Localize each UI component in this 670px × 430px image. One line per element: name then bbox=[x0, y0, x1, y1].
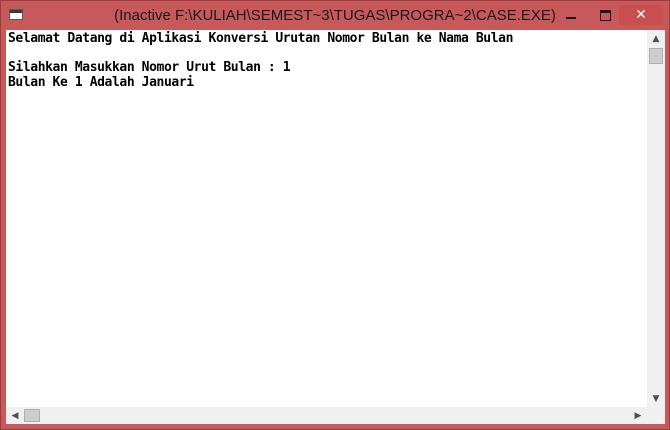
maximize-icon bbox=[599, 9, 611, 21]
scroll-up-button[interactable]: ▲ bbox=[647, 30, 665, 47]
console-output[interactable]: Selamat Datang di Aplikasi Konversi Urut… bbox=[6, 30, 647, 407]
scroll-right-button[interactable]: ▶ bbox=[629, 407, 647, 424]
scroll-down-icon: ▼ bbox=[652, 393, 660, 404]
console-line: Selamat Datang di Aplikasi Konversi Urut… bbox=[8, 31, 514, 46]
console-app-icon[interactable] bbox=[9, 9, 23, 20]
console-client-area: Selamat Datang di Aplikasi Konversi Urut… bbox=[6, 30, 665, 424]
minimize-icon bbox=[566, 17, 576, 19]
scroll-down-button[interactable]: ▼ bbox=[647, 390, 665, 407]
vertical-scrollbar[interactable]: ▲ ▼ bbox=[647, 30, 665, 407]
close-button[interactable]: ✕ bbox=[619, 5, 663, 25]
vertical-scroll-thumb[interactable] bbox=[649, 48, 663, 64]
minimize-button[interactable] bbox=[557, 5, 585, 25]
scroll-left-button[interactable]: ◀ bbox=[6, 407, 24, 424]
close-icon: ✕ bbox=[635, 7, 647, 23]
horizontal-scrollbar[interactable]: ◀ ▶ bbox=[6, 407, 647, 424]
scroll-left-icon: ◀ bbox=[11, 410, 19, 421]
console-line: Bulan Ke 1 Adalah Januari bbox=[8, 75, 194, 90]
horizontal-scroll-thumb[interactable] bbox=[24, 409, 40, 422]
console-line: Silahkan Masukkan Nomor Urut Bulan : 1 bbox=[8, 60, 291, 75]
scrollbar-corner bbox=[647, 407, 665, 424]
scroll-right-icon: ▶ bbox=[634, 410, 642, 421]
window-title: (Inactive F:\KULIAH\SEMEST~3\TUGAS\PROGR… bbox=[114, 7, 556, 24]
scroll-up-icon: ▲ bbox=[652, 33, 660, 44]
maximize-button[interactable] bbox=[591, 5, 619, 25]
title-bar[interactable]: (Inactive F:\KULIAH\SEMEST~3\TUGAS\PROGR… bbox=[1, 1, 669, 30]
console-window: (Inactive F:\KULIAH\SEMEST~3\TUGAS\PROGR… bbox=[0, 0, 670, 430]
